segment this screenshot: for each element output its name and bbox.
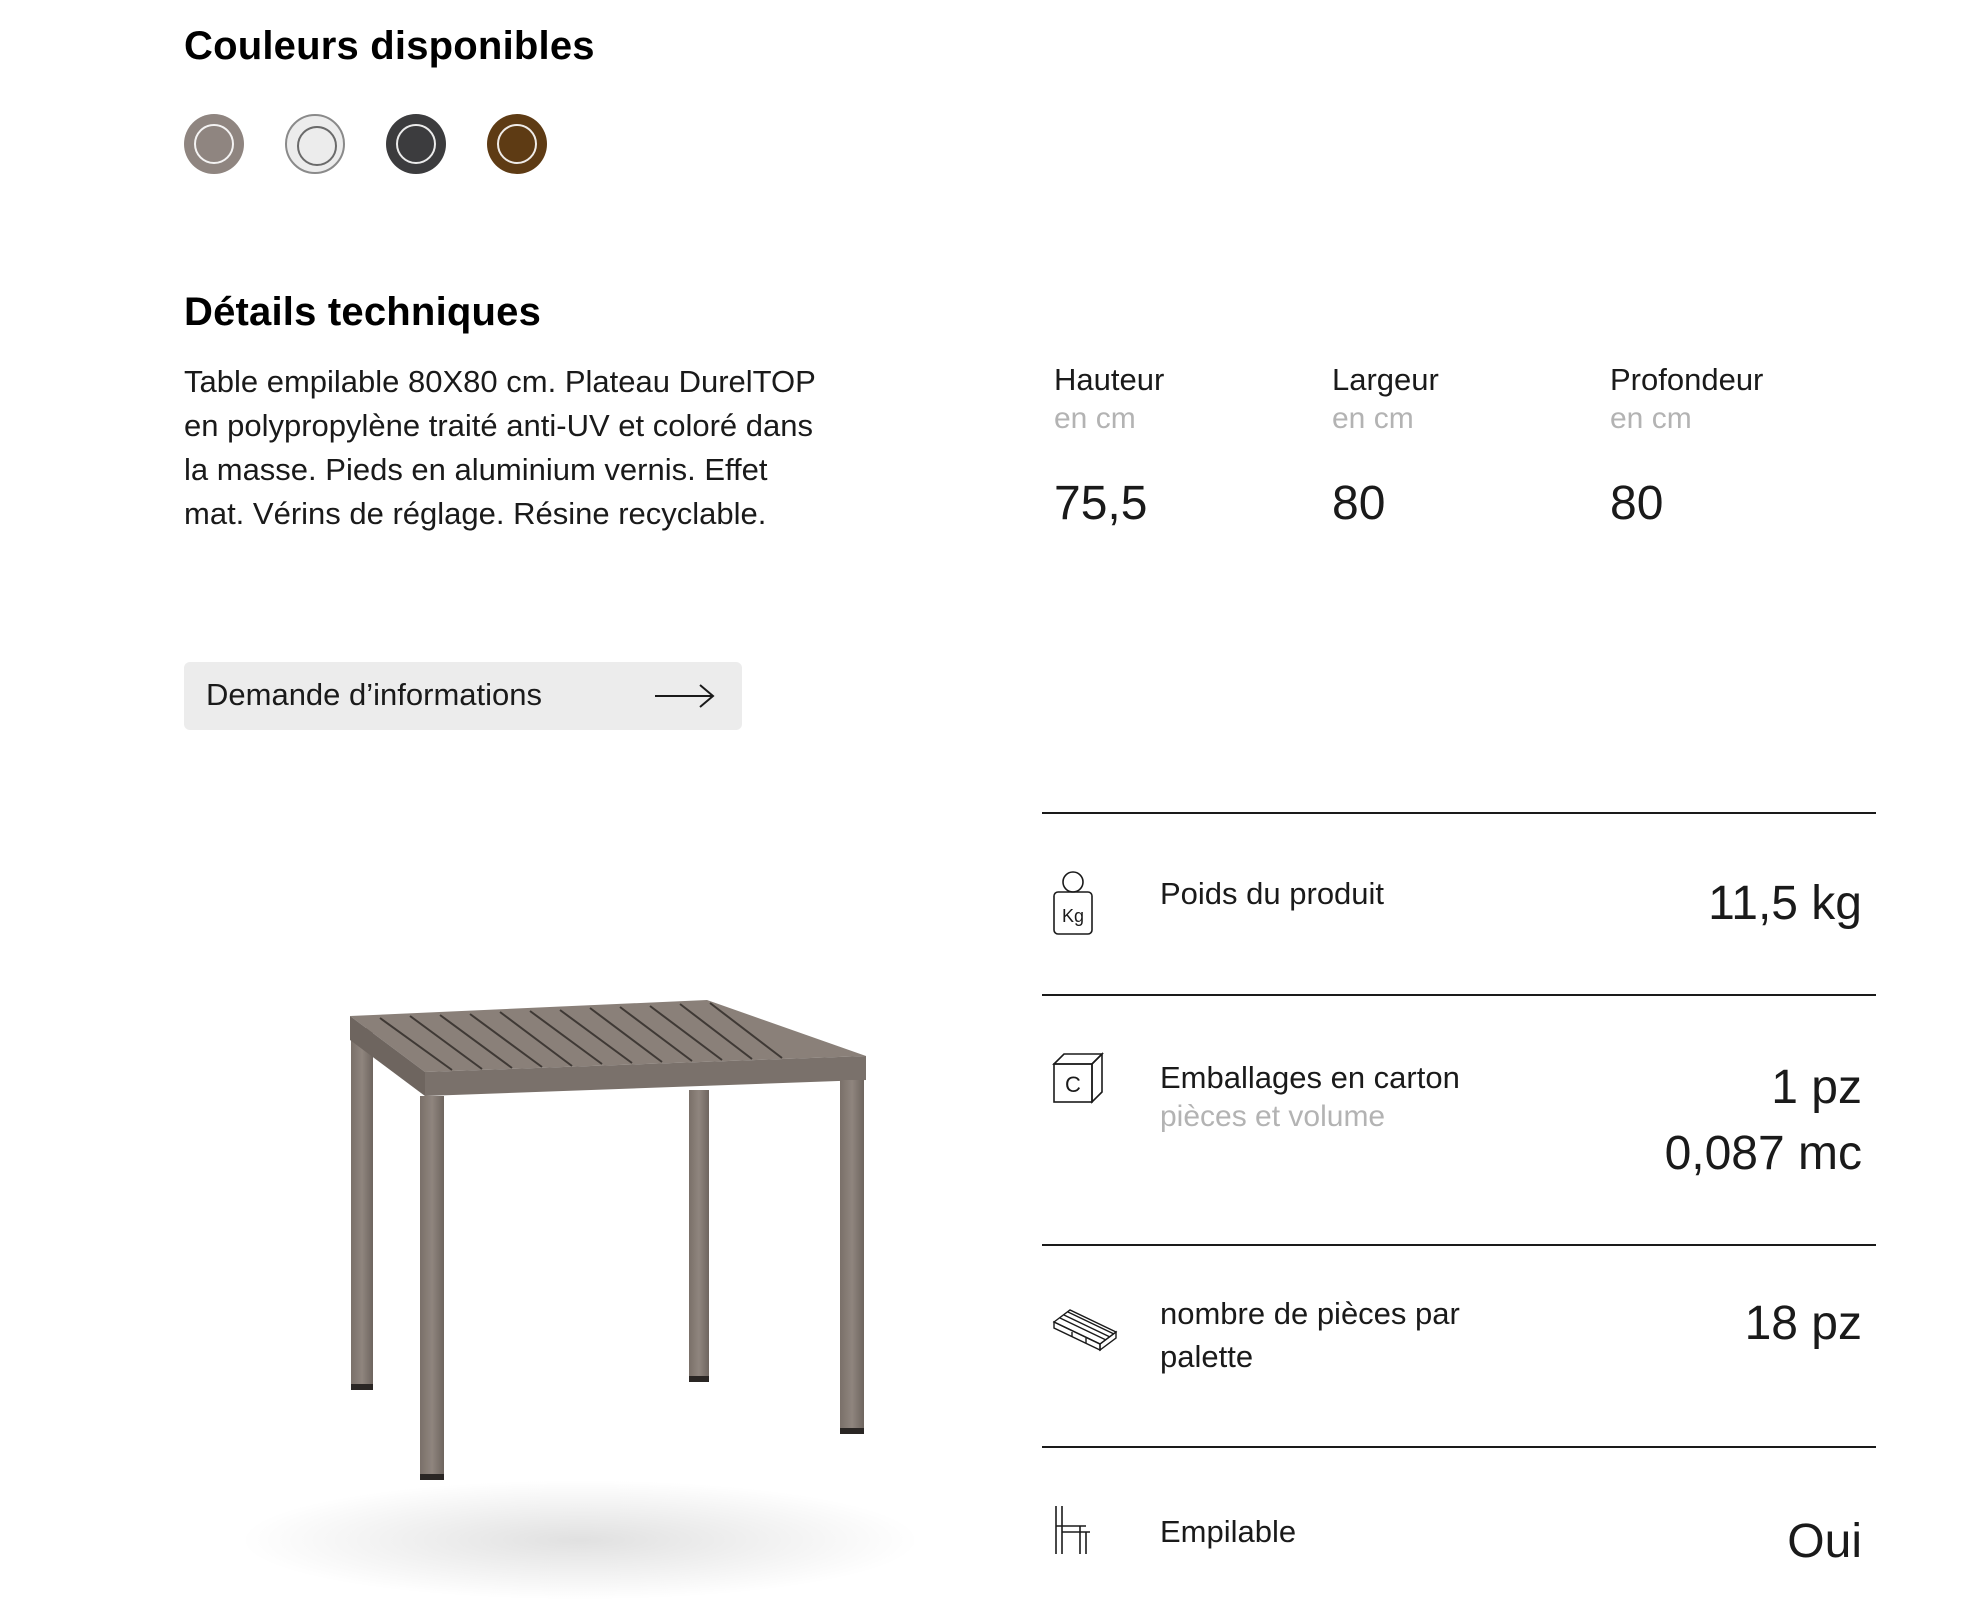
divider: [1042, 1446, 1876, 1448]
spec-carton-label: Emballages en carton: [1160, 1060, 1460, 1095]
spec-carton-volume: 0,087 mc: [1664, 1127, 1862, 1180]
spec-stackable-label: Empilable: [1160, 1514, 1297, 1549]
weight-kg-icon: Kg: [1053, 871, 1093, 935]
request-info-button[interactable]: Demande d’informations: [184, 662, 742, 730]
spec-pallet-label: nombre de pièces par palette: [1160, 1296, 1460, 1374]
spec-stackable-value: Oui: [1787, 1515, 1862, 1568]
dimension-label: Largeur: [1332, 362, 1439, 397]
color-swatch-antracite[interactable]: [386, 114, 446, 174]
dimension-value: 75,5: [1054, 477, 1148, 530]
spec-carton-pieces: 1 pz: [1771, 1061, 1862, 1114]
dimension-value: 80: [1332, 477, 1386, 530]
dimension-unit: en cm: [1054, 402, 1136, 435]
carton-box-icon: C: [1052, 1052, 1104, 1104]
color-swatch-bianco[interactable]: [285, 114, 345, 174]
color-swatch-tortora[interactable]: [184, 114, 244, 174]
color-swatch-caffe[interactable]: [487, 114, 547, 174]
spec-carton-sublabel: pièces et volume: [1160, 1100, 1386, 1133]
dimension-label: Profondeur: [1610, 362, 1764, 397]
dimension-label: Hauteur: [1054, 362, 1165, 397]
dimension-unit: en cm: [1610, 402, 1692, 435]
dimension-depth: Profondeur en cm 80: [1610, 362, 1763, 531]
dimension-value: 80: [1610, 477, 1664, 530]
technical-title: Détails techniques: [184, 290, 542, 334]
request-info-label: Demande d’informations: [206, 677, 543, 712]
stackable-icon: [1055, 1506, 1090, 1554]
divider: [1042, 1244, 1876, 1246]
divider: [1042, 994, 1876, 996]
pallet-icon: [1052, 1309, 1118, 1352]
product-image-table: [240, 1000, 920, 1600]
spec-pallet-value: 18 pz: [1744, 1297, 1862, 1350]
divider: [1042, 812, 1876, 814]
dimension-width: Largeur en cm 80: [1332, 362, 1439, 531]
spec-weight-label: Poids du produit: [1160, 876, 1385, 911]
dimension-height: Hauteur en cm 75,5: [1054, 362, 1164, 531]
arrow-right-icon: [655, 684, 715, 708]
dimension-unit: en cm: [1332, 402, 1414, 435]
c-icon-text: C: [1065, 1072, 1081, 1097]
product-description: Table empilable 80X80 cm. Plateau DurelT…: [184, 364, 816, 531]
kg-icon-text: Kg: [1062, 906, 1084, 926]
colors-title: Couleurs disponibles: [184, 24, 595, 68]
spec-weight-value: 11,5 kg: [1708, 877, 1862, 930]
